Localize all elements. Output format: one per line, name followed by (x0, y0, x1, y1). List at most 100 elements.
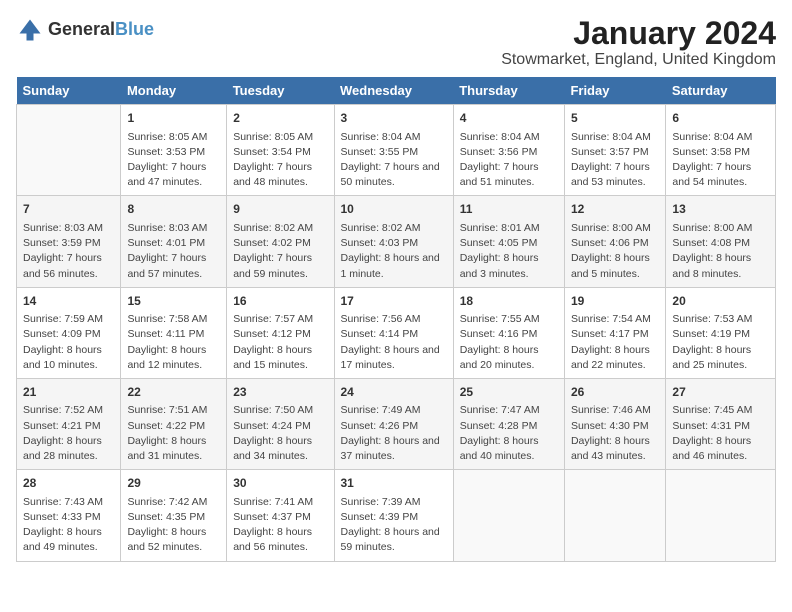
day-number: 25 (460, 384, 558, 401)
week-row-4: 21 Sunrise: 7:52 AMSunset: 4:21 PMDayligh… (17, 378, 776, 469)
calendar-cell (666, 470, 776, 561)
day-number: 21 (23, 384, 114, 401)
day-number: 14 (23, 293, 114, 310)
calendar-cell: 7 Sunrise: 8:03 AMSunset: 3:59 PMDaylight… (17, 196, 121, 287)
day-info: Sunrise: 8:04 AMSunset: 3:56 PMDaylight:… (460, 130, 558, 191)
calendar-cell: 27 Sunrise: 7:45 AMSunset: 4:31 PMDayligh… (666, 378, 776, 469)
calendar-cell: 1 Sunrise: 8:05 AMSunset: 3:53 PMDaylight… (121, 105, 227, 196)
calendar-cell: 4 Sunrise: 8:04 AMSunset: 3:56 PMDaylight… (453, 105, 564, 196)
day-info: Sunrise: 8:04 AMSunset: 3:58 PMDaylight:… (672, 130, 769, 191)
day-number: 24 (341, 384, 447, 401)
calendar-cell: 22 Sunrise: 7:51 AMSunset: 4:22 PMDayligh… (121, 378, 227, 469)
day-number: 9 (233, 201, 327, 218)
calendar-cell: 21 Sunrise: 7:52 AMSunset: 4:21 PMDayligh… (17, 378, 121, 469)
calendar-cell: 15 Sunrise: 7:58 AMSunset: 4:11 PMDayligh… (121, 287, 227, 378)
calendar-cell (453, 470, 564, 561)
day-number: 16 (233, 293, 327, 310)
day-number: 7 (23, 201, 114, 218)
calendar-cell: 30 Sunrise: 7:41 AMSunset: 4:37 PMDayligh… (227, 470, 334, 561)
calendar-cell: 19Sunrise: 7:54 AMSunset: 4:17 PMDayligh… (564, 287, 665, 378)
day-info: Sunrise: 7:43 AMSunset: 4:33 PMDaylight:… (23, 495, 114, 556)
calendar-cell: 18 Sunrise: 7:55 AMSunset: 4:16 PMDayligh… (453, 287, 564, 378)
day-info: Sunrise: 7:58 AMSunset: 4:11 PMDaylight:… (127, 312, 220, 373)
day-info: Sunrise: 7:52 AMSunset: 4:21 PMDaylight:… (23, 403, 114, 464)
day-number: 11 (460, 201, 558, 218)
title-area: January 2024 Stowmarket, England, United… (501, 16, 776, 69)
calendar-cell: 24 Sunrise: 7:49 AMSunset: 4:26 PMDayligh… (334, 378, 453, 469)
day-number: 13 (672, 201, 769, 218)
day-number: 23 (233, 384, 327, 401)
day-info: Sunrise: 7:42 AMSunset: 4:35 PMDaylight:… (127, 495, 220, 556)
calendar-cell: 12Sunrise: 8:00 AMSunset: 4:06 PMDayligh… (564, 196, 665, 287)
day-info: Sunrise: 8:03 AMSunset: 3:59 PMDaylight:… (23, 221, 114, 282)
day-number: 27 (672, 384, 769, 401)
calendar-cell: 17 Sunrise: 7:56 AMSunset: 4:14 PMDayligh… (334, 287, 453, 378)
calendar-cell: 5Sunrise: 8:04 AMSunset: 3:57 PMDaylight… (564, 105, 665, 196)
calendar-cell: 6 Sunrise: 8:04 AMSunset: 3:58 PMDaylight… (666, 105, 776, 196)
day-info: Sunrise: 7:47 AMSunset: 4:28 PMDaylight:… (460, 403, 558, 464)
weekday-header-monday: Monday (121, 77, 227, 105)
day-info: Sunrise: 8:04 AMSunset: 3:55 PMDaylight:… (341, 130, 447, 191)
day-info: Sunrise: 7:55 AMSunset: 4:16 PMDaylight:… (460, 312, 558, 373)
day-info: Sunrise: 8:00 AMSunset: 4:06 PMDaylight:… (571, 221, 659, 282)
week-row-2: 7 Sunrise: 8:03 AMSunset: 3:59 PMDaylight… (17, 196, 776, 287)
day-info: Sunrise: 7:56 AMSunset: 4:14 PMDaylight:… (341, 312, 447, 373)
week-row-3: 14 Sunrise: 7:59 AMSunset: 4:09 PMDayligh… (17, 287, 776, 378)
day-info: Sunrise: 7:59 AMSunset: 4:09 PMDaylight:… (23, 312, 114, 373)
day-number: 6 (672, 110, 769, 127)
calendar-cell: 20 Sunrise: 7:53 AMSunset: 4:19 PMDayligh… (666, 287, 776, 378)
calendar-cell: 9 Sunrise: 8:02 AMSunset: 4:02 PMDaylight… (227, 196, 334, 287)
day-number: 31 (341, 475, 447, 492)
day-info: Sunrise: 8:00 AMSunset: 4:08 PMDaylight:… (672, 221, 769, 282)
calendar-cell (564, 470, 665, 561)
calendar-cell: 10Sunrise: 8:02 AMSunset: 4:03 PMDayligh… (334, 196, 453, 287)
day-number: 8 (127, 201, 220, 218)
day-number: 17 (341, 293, 447, 310)
logo-icon (16, 16, 44, 44)
header: General Blue January 2024 Stowmarket, En… (16, 16, 776, 69)
day-number: 1 (127, 110, 220, 127)
day-info: Sunrise: 7:57 AMSunset: 4:12 PMDaylight:… (233, 312, 327, 373)
weekday-header-tuesday: Tuesday (227, 77, 334, 105)
day-number: 20 (672, 293, 769, 310)
day-info: Sunrise: 7:53 AMSunset: 4:19 PMDaylight:… (672, 312, 769, 373)
calendar-table: SundayMondayTuesdayWednesdayThursdayFrid… (16, 77, 776, 561)
month-title: January 2024 (501, 16, 776, 51)
week-row-5: 28 Sunrise: 7:43 AMSunset: 4:33 PMDayligh… (17, 470, 776, 561)
day-info: Sunrise: 7:49 AMSunset: 4:26 PMDaylight:… (341, 403, 447, 464)
day-number: 22 (127, 384, 220, 401)
weekday-header-wednesday: Wednesday (334, 77, 453, 105)
calendar-cell: 11Sunrise: 8:01 AMSunset: 4:05 PMDayligh… (453, 196, 564, 287)
calendar-cell: 29Sunrise: 7:42 AMSunset: 4:35 PMDayligh… (121, 470, 227, 561)
day-info: Sunrise: 8:05 AMSunset: 3:53 PMDaylight:… (127, 130, 220, 191)
day-info: Sunrise: 7:51 AMSunset: 4:22 PMDaylight:… (127, 403, 220, 464)
day-number: 26 (571, 384, 659, 401)
day-info: Sunrise: 7:46 AMSunset: 4:30 PMDaylight:… (571, 403, 659, 464)
day-info: Sunrise: 7:41 AMSunset: 4:37 PMDaylight:… (233, 495, 327, 556)
calendar-cell: 16 Sunrise: 7:57 AMSunset: 4:12 PMDayligh… (227, 287, 334, 378)
day-number: 4 (460, 110, 558, 127)
day-info: Sunrise: 7:54 AMSunset: 4:17 PMDaylight:… (571, 312, 659, 373)
day-number: 30 (233, 475, 327, 492)
day-info: Sunrise: 8:02 AMSunset: 4:02 PMDaylight:… (233, 221, 327, 282)
location-title: Stowmarket, England, United Kingdom (501, 51, 776, 69)
calendar-cell: 23Sunrise: 7:50 AMSunset: 4:24 PMDayligh… (227, 378, 334, 469)
weekday-header-friday: Friday (564, 77, 665, 105)
calendar-cell: 13 Sunrise: 8:00 AMSunset: 4:08 PMDayligh… (666, 196, 776, 287)
day-number: 15 (127, 293, 220, 310)
day-info: Sunrise: 8:02 AMSunset: 4:03 PMDaylight:… (341, 221, 447, 282)
day-number: 18 (460, 293, 558, 310)
calendar-cell: 14 Sunrise: 7:59 AMSunset: 4:09 PMDayligh… (17, 287, 121, 378)
weekday-header-sunday: Sunday (17, 77, 121, 105)
day-number: 3 (341, 110, 447, 127)
calendar-cell: 2Sunrise: 8:05 AMSunset: 3:54 PMDaylight… (227, 105, 334, 196)
day-info: Sunrise: 7:39 AMSunset: 4:39 PMDaylight:… (341, 495, 447, 556)
day-number: 28 (23, 475, 114, 492)
weekday-header-row: SundayMondayTuesdayWednesdayThursdayFrid… (17, 77, 776, 105)
calendar-cell: 31 Sunrise: 7:39 AMSunset: 4:39 PMDayligh… (334, 470, 453, 561)
day-number: 5 (571, 110, 659, 127)
day-number: 2 (233, 110, 327, 127)
day-info: Sunrise: 7:45 AMSunset: 4:31 PMDaylight:… (672, 403, 769, 464)
calendar-cell: 25 Sunrise: 7:47 AMSunset: 4:28 PMDayligh… (453, 378, 564, 469)
weekday-header-saturday: Saturday (666, 77, 776, 105)
